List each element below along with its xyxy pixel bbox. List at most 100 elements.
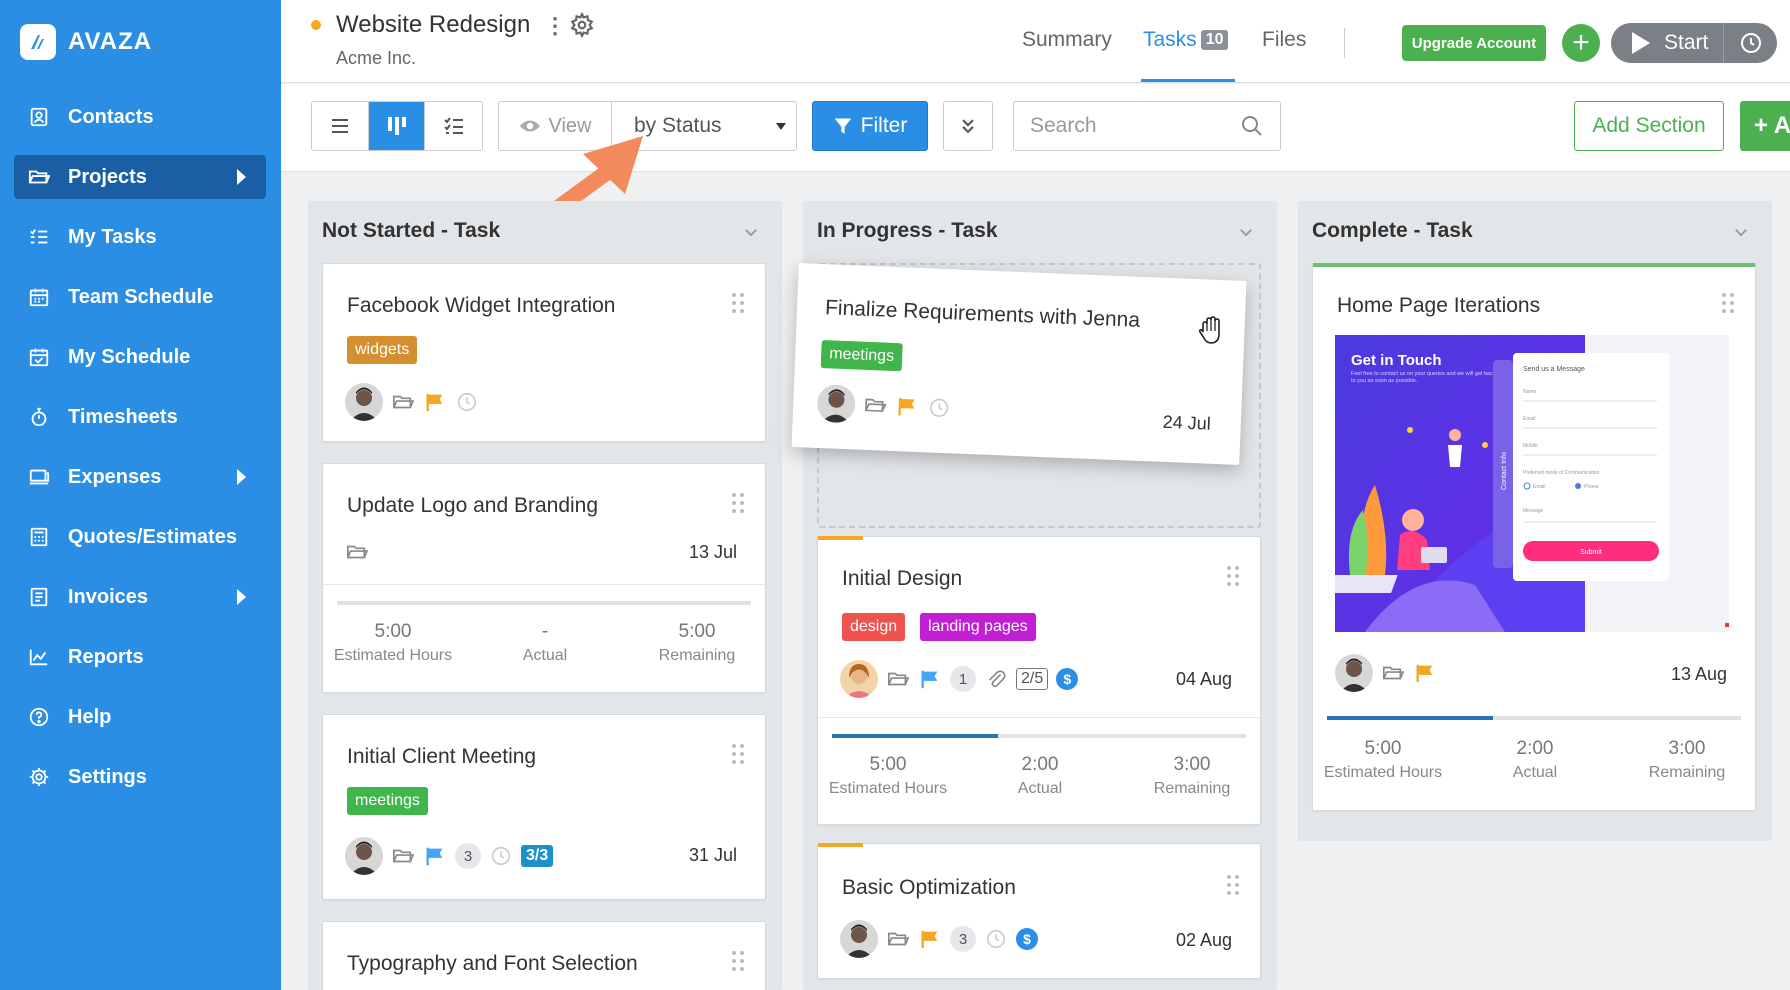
task-title[interactable]: Initial Client Meeting xyxy=(347,745,536,769)
assignee-avatar[interactable] xyxy=(840,660,878,698)
assignee-avatar[interactable] xyxy=(1335,654,1373,692)
flag-icon[interactable] xyxy=(918,667,942,691)
sidebar-item-timesheets[interactable]: Timesheets xyxy=(14,395,266,439)
drag-handle-icon[interactable] xyxy=(731,743,745,765)
sidebar-item-label: Invoices xyxy=(68,585,149,608)
task-title[interactable]: Initial Design xyxy=(842,567,962,591)
sidebar-item-invoices[interactable]: Invoices xyxy=(14,575,266,619)
sidebar-item-team-schedule[interactable]: Team Schedule xyxy=(14,275,266,319)
sidebar-item-my-tasks[interactable]: My Tasks xyxy=(14,215,266,259)
tag-meetings[interactable]: meetings xyxy=(820,340,903,372)
folder-icon[interactable] xyxy=(1381,661,1405,685)
search-input[interactable] xyxy=(1030,114,1240,138)
drag-handle-icon[interactable] xyxy=(1226,874,1240,896)
flag-icon[interactable] xyxy=(1413,661,1437,685)
task-card[interactable]: Home Page Iterations Get in Touch Feel f… xyxy=(1312,263,1756,811)
drag-handle-icon[interactable] xyxy=(731,292,745,314)
tag-meetings[interactable]: meetings xyxy=(347,787,428,815)
clock-icon[interactable] xyxy=(927,395,952,420)
tag-design[interactable]: design xyxy=(842,613,906,641)
task-title[interactable]: Update Logo and Branding xyxy=(347,494,598,518)
sidebar-item-reports[interactable]: Reports xyxy=(14,635,266,679)
checklist-count[interactable]: 2/5 xyxy=(1016,668,1049,690)
upgrade-account-button[interactable]: Upgrade Account xyxy=(1402,25,1546,61)
tab-files[interactable]: Files xyxy=(1262,28,1306,52)
drag-handle-icon[interactable] xyxy=(1226,565,1240,587)
folder-icon[interactable] xyxy=(863,393,888,418)
actual-hours-value: 2:00 xyxy=(1021,754,1059,775)
sidebar-item-contacts[interactable]: Contacts xyxy=(14,95,266,139)
task-title[interactable]: Basic Optimization xyxy=(842,876,1016,900)
task-card[interactable]: Facebook Widget Integration widgets xyxy=(322,263,766,442)
sidebar-item-projects[interactable]: Projects xyxy=(14,155,266,199)
kebab-menu-icon[interactable]: ⋮ xyxy=(544,13,566,39)
drag-handle-icon[interactable] xyxy=(731,492,745,514)
attachment-icon[interactable] xyxy=(984,667,1008,691)
sidebar-item-quotes-estimates[interactable]: Quotes/Estimates xyxy=(14,515,266,559)
comment-count[interactable]: 3 xyxy=(455,843,481,869)
assignee-avatar[interactable] xyxy=(816,383,857,424)
flag-icon[interactable] xyxy=(918,927,942,951)
sidebar-item-settings[interactable]: Settings xyxy=(14,755,266,799)
clock-icon[interactable] xyxy=(984,927,1008,951)
brand-logo[interactable]: AVAZA xyxy=(20,24,152,60)
drag-handle-icon[interactable] xyxy=(1721,292,1735,314)
sidebar-item-expenses[interactable]: Expenses xyxy=(14,455,266,499)
folder-icon[interactable] xyxy=(886,667,910,691)
filter-button[interactable]: Filter xyxy=(812,101,928,151)
drag-handle-icon[interactable] xyxy=(731,950,745,972)
tab-tasks[interactable]: Tasks 10 xyxy=(1143,28,1229,52)
flag-icon[interactable] xyxy=(895,394,920,419)
task-title[interactable]: Facebook Widget Integration xyxy=(347,294,616,318)
add-task-button[interactable]: + A xyxy=(1740,101,1790,151)
quick-add-plus-icon[interactable]: + xyxy=(1562,24,1600,62)
flag-icon[interactable] xyxy=(423,844,447,868)
active-tab-indicator xyxy=(1141,79,1235,82)
attachment-thumbnail[interactable]: Get in Touch Feel free to contact us on … xyxy=(1335,335,1729,632)
tab-summary[interactable]: Summary xyxy=(1022,28,1112,52)
chevron-down-icon[interactable] xyxy=(1237,223,1255,241)
assignee-avatar[interactable] xyxy=(345,383,383,421)
task-title[interactable]: Home Page Iterations xyxy=(1337,294,1540,318)
clock-icon[interactable] xyxy=(489,844,513,868)
start-timer-button[interactable]: Start xyxy=(1611,23,1777,63)
collapse-all-button[interactable] xyxy=(943,101,993,151)
billable-dollar-icon[interactable]: $ xyxy=(1056,668,1079,690)
estimated-hours-value: 5:00 xyxy=(869,754,907,775)
task-card[interactable]: Typography and Font Selection xyxy=(322,921,766,990)
assignee-avatar[interactable] xyxy=(345,837,383,875)
chevron-down-icon[interactable] xyxy=(1732,223,1750,241)
clock-icon[interactable] xyxy=(455,390,479,414)
actual-hours-label: Actual xyxy=(1512,764,1558,781)
timer-clock-icon[interactable] xyxy=(1739,31,1763,55)
chevron-down-icon[interactable] xyxy=(742,223,760,241)
comment-count[interactable]: 1 xyxy=(950,666,976,692)
comment-count[interactable]: 3 xyxy=(950,926,976,952)
list-view-button[interactable] xyxy=(312,102,369,150)
add-section-button[interactable]: Add Section xyxy=(1574,101,1724,151)
billable-dollar-icon[interactable]: $ xyxy=(1016,928,1038,950)
sidebar-item-help[interactable]: Help xyxy=(14,695,266,739)
folder-icon[interactable] xyxy=(345,540,369,564)
task-card[interactable]: Update Logo and Branding 13 Jul 5:00 Est… xyxy=(322,463,766,693)
task-card[interactable]: Basic Optimization 3 $ 02 Aug xyxy=(817,843,1261,979)
project-client[interactable]: Acme Inc. xyxy=(336,48,416,69)
tag-landing-pages[interactable]: landing pages xyxy=(920,613,1036,641)
task-title[interactable]: Typography and Font Selection xyxy=(347,952,638,976)
folder-icon[interactable] xyxy=(886,927,910,951)
sidebar-item-my-schedule[interactable]: My Schedule xyxy=(14,335,266,379)
folder-icon[interactable] xyxy=(391,844,415,868)
flag-icon[interactable] xyxy=(423,390,447,414)
task-card[interactable]: Initial Design design landing pages 1 2/… xyxy=(817,536,1261,825)
board-view-button[interactable] xyxy=(368,102,426,150)
assignee-avatar[interactable] xyxy=(840,920,878,958)
folder-icon[interactable] xyxy=(391,390,415,414)
tag-widgets[interactable]: widgets xyxy=(347,336,418,364)
task-title[interactable]: Finalize Requirements with Jenna xyxy=(825,296,1141,333)
dragged-task-card[interactable]: Finalize Requirements with Jenna meeting… xyxy=(791,263,1247,465)
checklist-count[interactable]: 3/3 xyxy=(521,845,554,867)
project-settings-gear-icon[interactable] xyxy=(569,11,595,39)
sidebar-item-label: Settings xyxy=(68,765,147,788)
task-card[interactable]: Initial Client Meeting meetings 3 3/3 31… xyxy=(322,714,766,900)
checklist-view-button[interactable] xyxy=(425,102,482,150)
